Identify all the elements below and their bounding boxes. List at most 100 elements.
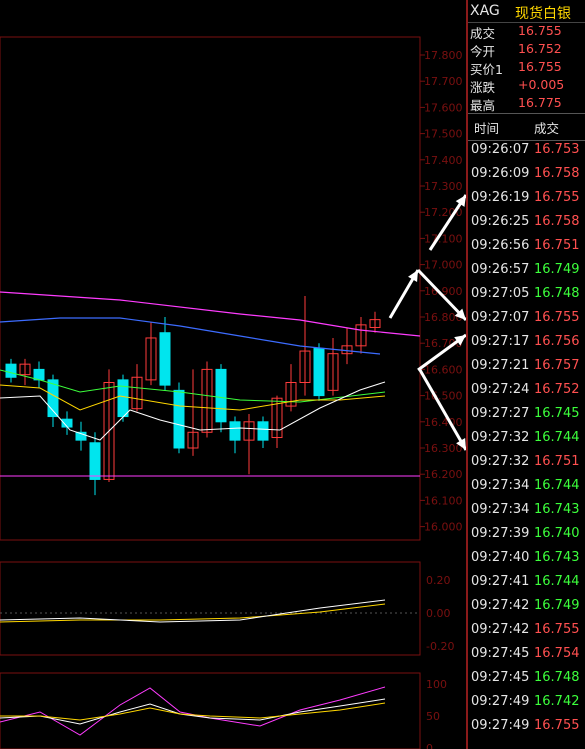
tick-price: 16.752 — [534, 382, 580, 397]
tick-time: 09:26:57 — [471, 262, 530, 277]
tick-row[interactable]: 09:27:07 16.755 — [468, 310, 585, 334]
tick-row[interactable]: 09:27:45 16.748 — [468, 670, 585, 694]
tick-time: 09:27:40 — [471, 550, 530, 565]
tick-row[interactable]: 09:26:57 16.749 — [468, 262, 585, 286]
candle-body — [229, 421, 241, 441]
tick-price: 16.758 — [534, 166, 580, 181]
tick-price: 16.744 — [534, 574, 580, 589]
tick-price: 16.751 — [534, 454, 580, 469]
tick-time: 09:27:32 — [471, 454, 530, 469]
quote-label: 成交 — [470, 26, 496, 41]
price-tick-label: 16.800 — [424, 311, 463, 324]
candle-body — [159, 332, 171, 386]
tick-time: 09:27:34 — [471, 502, 530, 517]
price-tick-label: 16.500 — [424, 390, 463, 403]
price-tick-label: 16.200 — [424, 468, 463, 481]
tick-price: 16.744 — [534, 478, 580, 493]
macd-tick-label: -0.20 — [426, 640, 454, 653]
tick-row[interactable]: 09:27:24 16.752 — [468, 382, 585, 406]
tick-time: 09:27:45 — [471, 670, 530, 685]
price-tick-label: 17.700 — [424, 75, 463, 88]
price-tick-label: 16.600 — [424, 363, 463, 376]
symbol-code: XAG — [470, 3, 500, 19]
quote-value: 16.775 — [518, 95, 562, 110]
tick-price: 16.743 — [534, 550, 580, 565]
tick-time: 09:27:07 — [471, 310, 530, 325]
tick-row[interactable]: 09:26:19 16.755 — [468, 190, 585, 214]
tick-time: 09:27:32 — [471, 430, 530, 445]
tick-row[interactable]: 09:27:41 16.744 — [468, 574, 585, 598]
kline-chart[interactable]: 17.80017.70017.60017.50017.40017.30017.2… — [0, 0, 466, 749]
tick-time: 09:26:19 — [471, 190, 530, 205]
tick-price: 16.743 — [534, 502, 580, 517]
candle-body — [33, 368, 45, 381]
tick-time: 09:27:24 — [471, 382, 530, 397]
kdj-tick-label: 50 — [426, 710, 440, 723]
quote-label: 买价1 — [470, 62, 503, 77]
ma-line-magenta — [0, 291, 421, 337]
price-tick-label: 17.800 — [424, 49, 463, 62]
ticks-header-price: 成交 — [534, 121, 560, 136]
tick-price: 16.749 — [534, 262, 580, 277]
quote-value: +0.005 — [518, 77, 565, 92]
tick-time: 09:27:05 — [471, 286, 530, 301]
kdj-frame — [0, 672, 421, 749]
tick-row[interactable]: 09:27:34 16.743 — [468, 502, 585, 526]
price-tick-label: 16.300 — [424, 442, 463, 455]
tick-row[interactable]: 09:27:17 16.756 — [468, 334, 585, 358]
tick-row[interactable]: 09:26:25 16.758 — [468, 214, 585, 238]
main-frame — [0, 36, 421, 541]
candle-body — [313, 347, 325, 397]
quote-row: 买价1 16.755 — [468, 59, 585, 77]
tick-price: 16.757 — [534, 358, 580, 373]
tick-row[interactable]: 09:27:39 16.740 — [468, 526, 585, 550]
tick-row[interactable]: 09:27:32 16.744 — [468, 430, 585, 454]
tick-row[interactable]: 09:26:09 16.758 — [468, 166, 585, 190]
symbol-name: 现货白银 — [515, 6, 571, 22]
candle-body — [215, 368, 227, 423]
tick-time: 09:27:41 — [471, 574, 530, 589]
kdj-tick-label: 0 — [426, 742, 433, 749]
price-tick-label: 17.600 — [424, 101, 463, 114]
tick-row[interactable]: 09:27:40 16.743 — [468, 550, 585, 574]
tick-row[interactable]: 09:26:56 16.751 — [468, 238, 585, 262]
tick-time: 09:27:42 — [471, 622, 530, 637]
tick-row[interactable]: 09:27:42 16.749 — [468, 598, 585, 622]
tick-row[interactable]: 09:26:07 16.753 — [468, 142, 585, 166]
tick-row[interactable]: 09:27:21 16.757 — [468, 358, 585, 382]
tick-row[interactable]: 09:27:34 16.744 — [468, 478, 585, 502]
tick-price: 16.755 — [534, 310, 580, 325]
kline-chart-area[interactable]: 17.800 17.700 17.600 17.500 17.400 17.300 17.2… — [0, 0, 467, 749]
tick-row[interactable]: 09:27:05 16.748 — [468, 286, 585, 310]
price-tick-label: 17.000 — [424, 259, 463, 272]
tick-price: 16.755 — [534, 718, 580, 733]
tick-price: 16.755 — [534, 190, 580, 205]
tick-row[interactable]: 09:27:49 16.755 — [468, 718, 585, 742]
tick-price: 16.742 — [534, 694, 580, 709]
tick-price: 16.754 — [534, 646, 580, 661]
tick-price: 16.758 — [534, 214, 580, 229]
ticks-header: 时间 成交 — [468, 113, 585, 141]
quote-label: 今开 — [470, 44, 496, 59]
tick-time: 09:27:27 — [471, 406, 530, 421]
price-tick-label: 16.100 — [424, 494, 463, 507]
annotation-arrow-shaft — [418, 369, 466, 451]
tick-time: 09:27:45 — [471, 646, 530, 661]
price-tick-label: 17.500 — [424, 128, 463, 141]
tick-row[interactable]: 09:27:49 16.742 — [468, 694, 585, 718]
quote-label: 最高 — [470, 98, 496, 113]
tick-row[interactable]: 09:27:27 16.745 — [468, 406, 585, 430]
price-tick-label: 17.400 — [424, 154, 463, 167]
price-tick-label: 17.100 — [424, 232, 463, 245]
quote-row: 今开 16.752 — [468, 41, 585, 59]
tick-time: 09:27:39 — [471, 526, 530, 541]
macd-frame — [0, 561, 421, 656]
macd-tick-label: 0.20 — [426, 574, 451, 587]
candle-body — [5, 363, 17, 378]
tick-row[interactable]: 09:27:45 16.754 — [468, 646, 585, 670]
tick-price: 16.756 — [534, 334, 580, 349]
tick-price: 16.751 — [534, 238, 580, 253]
quote-panel: XAG 现货白银 成交 16.755 今开 16.752 买价1 16.755 涨跌 +0.0… — [468, 0, 585, 749]
tick-row[interactable]: 09:27:42 16.755 — [468, 622, 585, 646]
tick-row[interactable]: 09:27:32 16.751 — [468, 454, 585, 478]
